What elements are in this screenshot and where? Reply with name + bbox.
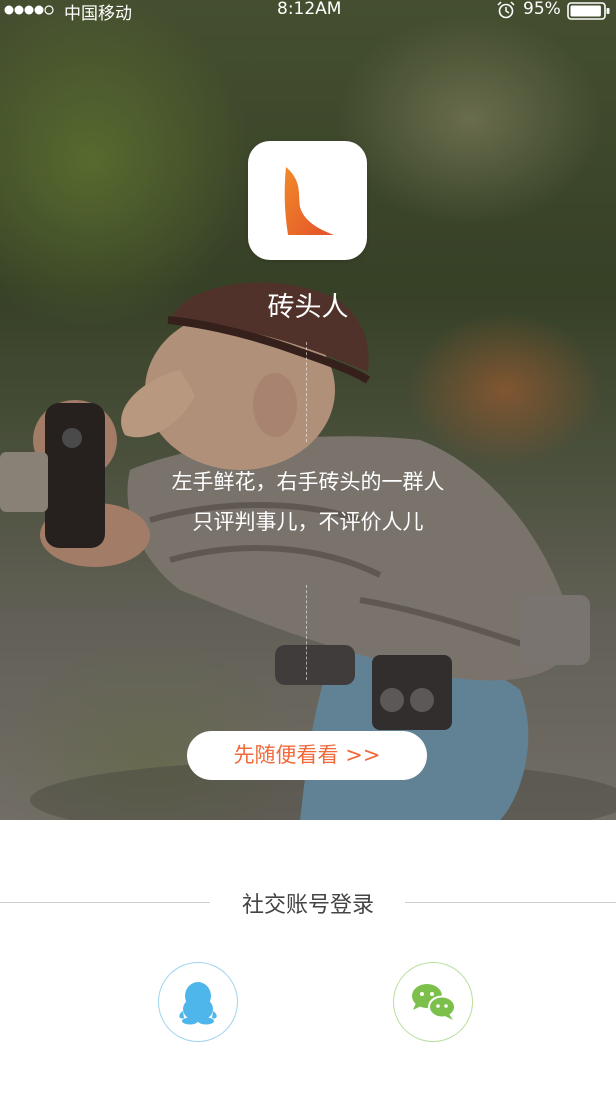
divider-line-top: [306, 342, 307, 442]
app-name: 砖头人: [267, 292, 349, 323]
photographer-figurine-image: [0, 0, 616, 820]
signal-strength-icon: [4, 5, 54, 15]
wechat-login-button[interactable]: [393, 962, 473, 1042]
alarm-clock-icon: [497, 1, 515, 19]
app-logo: [248, 141, 367, 260]
battery-icon: [567, 2, 610, 20]
tagline-line-2: 只评判事儿，不评价人儿: [192, 510, 424, 534]
battery-percentage: 95%: [523, 0, 561, 19]
carrier-name: 中国移动: [64, 4, 132, 24]
browse-as-guest-button[interactable]: 先随便看看 >>: [187, 731, 427, 780]
leaf-logo-icon: [284, 167, 334, 235]
qq-login-button[interactable]: [158, 962, 238, 1042]
wechat-icon: [412, 984, 456, 1020]
qq-penguin-icon: [179, 982, 217, 1025]
status-time: 8:12AM: [277, 0, 342, 19]
hero-background: [0, 0, 616, 820]
login-divider-right: [405, 902, 616, 903]
status-bar: 中国移动 8:12AM 95%: [0, 0, 616, 24]
social-login-title: 社交账号登录: [241, 893, 374, 918]
divider-line-bottom: [306, 585, 307, 680]
tagline-line-1: 左手鲜花，右手砖头的一群人: [171, 470, 445, 494]
